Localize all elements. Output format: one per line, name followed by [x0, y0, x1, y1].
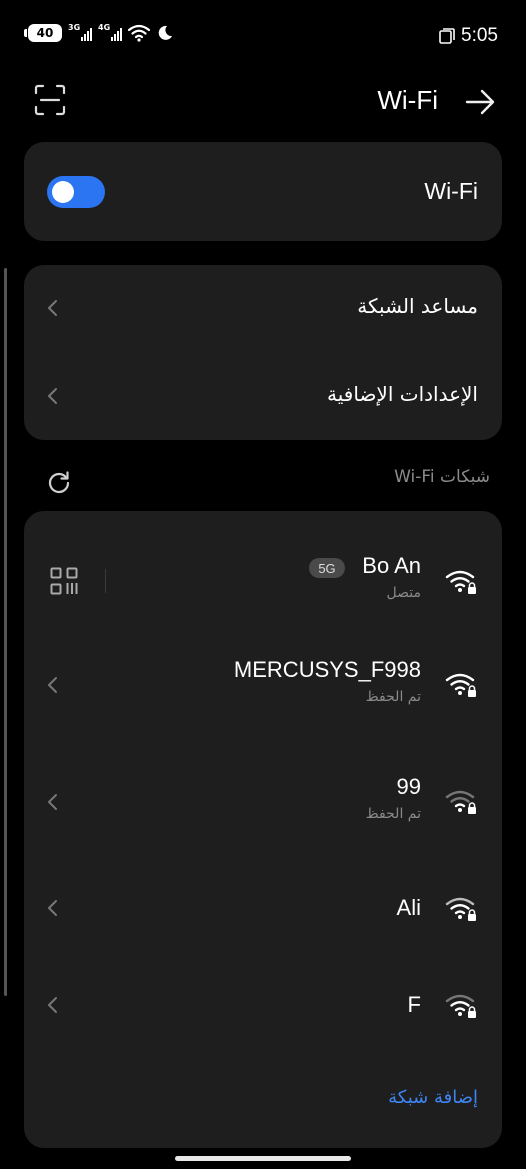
divider — [105, 569, 106, 593]
battery-indicator: 40 — [24, 24, 62, 42]
moon-icon — [158, 25, 172, 40]
chevron-left-icon — [48, 388, 57, 404]
network-name: Ali — [396, 895, 421, 920]
network-name: Bo An — [362, 553, 421, 578]
home-indicator[interactable] — [175, 1156, 351, 1161]
wifi-settings-card: مساعد الشبكة الإعدادات الإضافية — [24, 265, 502, 440]
wifi-toggle-switch[interactable] — [47, 176, 105, 208]
status-icons-right: 5:05 — [439, 25, 498, 47]
chevron-left-icon — [48, 900, 57, 916]
page-title: Wi-Fi — [377, 85, 438, 115]
network-assistant-label: مساعد الشبكة — [357, 294, 478, 318]
network-assistant-row[interactable]: مساعد الشبكة — [24, 265, 502, 353]
wifi-lock-icon — [445, 790, 476, 814]
network-status: تم الحفظ — [365, 806, 421, 822]
qr-scan-icon[interactable] — [34, 84, 66, 116]
network-type-1: 3G — [68, 23, 81, 32]
wifi-status-icon — [128, 24, 150, 42]
signal-3g-icon: 3G — [68, 23, 92, 42]
clock: 5:05 — [461, 25, 498, 46]
signal-4g-icon: 4G — [98, 23, 122, 42]
networks-card: 5G Bo An متصل MERCUSYS_F998 تم الحفظ 99 … — [24, 511, 502, 1148]
wifi-lock-icon — [445, 673, 476, 697]
network-item[interactable]: F — [24, 963, 502, 1047]
network-status: تم الحفظ — [365, 689, 421, 705]
scrollbar[interactable] — [4, 268, 7, 996]
refresh-icon[interactable] — [46, 469, 72, 495]
add-network-link[interactable]: إضافة شبكة — [388, 1087, 478, 1108]
chevron-left-icon — [48, 997, 57, 1013]
network-status: متصل — [386, 585, 421, 601]
network-name: MERCUSYS_F998 — [233, 657, 421, 682]
network-item[interactable]: MERCUSYS_F998 تم الحفظ — [24, 641, 502, 731]
additional-settings-row[interactable]: الإعدادات الإضافية — [24, 353, 502, 440]
network-item[interactable]: Ali — [24, 866, 502, 950]
toggle-knob — [52, 181, 74, 203]
network-type-2: 4G — [98, 23, 111, 32]
wifi-lock-icon — [445, 570, 476, 594]
chevron-left-icon — [48, 677, 57, 693]
page-header: Wi-Fi — [0, 78, 526, 126]
network-item-connected[interactable]: 5G Bo An متصل — [24, 523, 502, 613]
arrow-right-icon[interactable] — [464, 86, 496, 118]
status-bar: 40 3G 4G 5:05 — [0, 0, 526, 70]
network-name: 99 — [396, 774, 421, 799]
network-item[interactable]: 99 تم الحفظ — [24, 759, 502, 849]
status-icons-left: 40 3G 4G — [24, 23, 174, 42]
additional-settings-label: الإعدادات الإضافية — [327, 382, 478, 406]
wifi-lock-icon — [445, 897, 476, 921]
network-name: F — [407, 992, 421, 1017]
chevron-left-icon — [48, 794, 57, 810]
battery-level: 40 — [36, 26, 54, 40]
wifi-toggle-card: Wi-Fi — [24, 142, 502, 241]
wifi-toggle-label: Wi-Fi — [424, 178, 478, 204]
band-badge: 5G — [309, 558, 345, 578]
qr-code-icon[interactable] — [50, 567, 78, 595]
networks-section-title: شبكات Wi-Fi — [394, 467, 490, 487]
wifi-lock-icon — [445, 994, 476, 1018]
chevron-left-icon — [48, 300, 57, 316]
screen-record-icon — [439, 28, 455, 44]
